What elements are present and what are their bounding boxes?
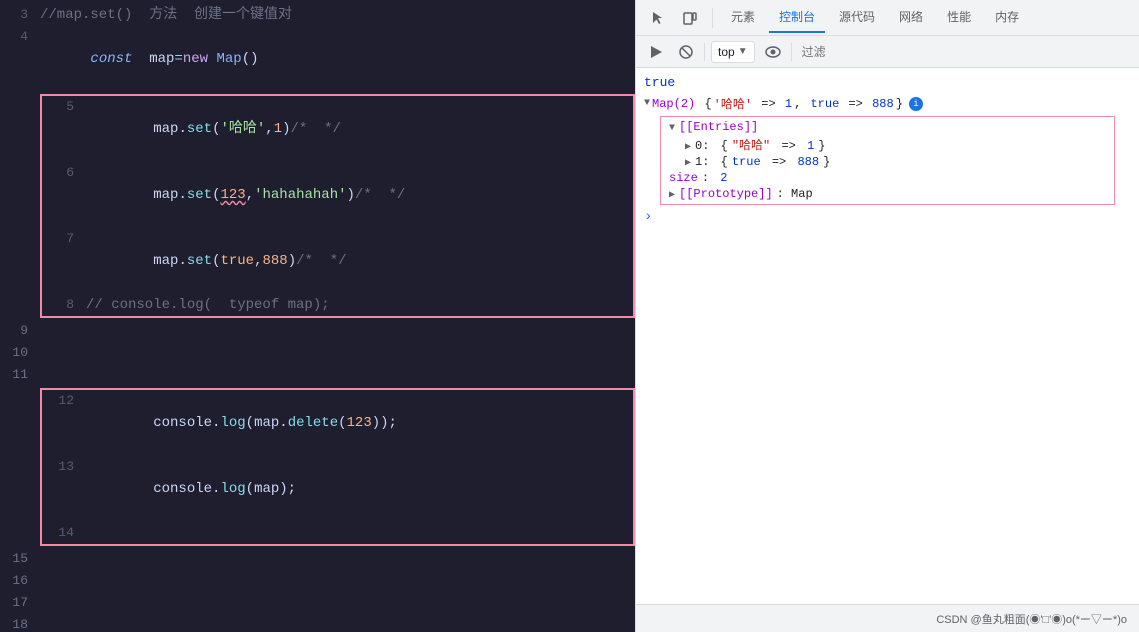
line-number: 7 [46,228,74,250]
tab-separator [712,8,713,28]
code-line-6: 6 map.set(123,'hahahahah')/* */ [42,162,633,228]
size-row: size : 2 [661,170,1114,186]
console-output: true ▼ Map(2) { '哈哈' => 1 , true => 888 … [636,68,1139,604]
tab-sources[interactable]: 源代码 [829,2,885,33]
code-line-12: 12 console.log(map.delete(123)); [42,390,633,456]
inspect-element-button[interactable] [644,4,672,32]
entry-1[interactable]: ▶ 1: { true => 888 } [661,154,1114,170]
code-text: console.log(map); [86,456,625,522]
code-text: map.set('哈哈',1)/* */ [86,96,625,162]
code-text: map.set(true,888)/* */ [86,228,625,294]
devtools-panel: 元素 控制台 源代码 网络 性能 内存 top ▼ [635,0,1139,632]
device-toolbar-button[interactable] [676,4,704,32]
toolbar-separator [704,43,705,61]
line-number: 6 [46,162,74,184]
clear-console-button[interactable] [674,40,698,64]
tab-performance[interactable]: 性能 [937,2,981,33]
console-input-area[interactable]: › [636,207,1139,227]
eye-button[interactable] [761,40,785,64]
entries-header[interactable]: ▼ [[Entries]] [661,119,1114,135]
tab-memory[interactable]: 内存 [985,2,1029,33]
caret-icon: › [644,209,652,225]
prototype-row[interactable]: ▶ [[Prototype]] : Map [661,186,1114,202]
line-number: 13 [46,456,74,478]
code-line-5: 5 map.set('哈哈',1)/* */ [42,96,633,162]
line-number: 3 [0,4,28,26]
line-number: 4 [0,26,28,48]
line-number: 5 [46,96,74,118]
code-line-11: 11 [0,364,635,386]
red-box-1: 5 map.set('哈哈',1)/* */ 6 map.set(123,'ha… [40,94,635,318]
console-output-true: true [636,72,1139,93]
code-line-8: 8 // console.log( typeof map); [42,294,633,316]
line-number: 8 [46,294,74,316]
code-line-9: 9 [0,320,635,342]
map-entries-box: ▼ [[Entries]] ▶ 0: { "哈哈" => 1 } ▶ 1: { … [660,116,1115,205]
code-line-18: 18 [0,614,635,632]
code-text: map.set(123,'hahahahah')/* */ [86,162,625,228]
devtools-tab-bar: 元素 控制台 源代码 网络 性能 内存 [636,0,1139,36]
code-text: // console.log( typeof map); [86,294,625,316]
tab-console[interactable]: 控制台 [769,2,825,33]
code-line-10: 10 [0,342,635,364]
line-number: 14 [46,522,74,544]
code-line-7: 7 map.set(true,888)/* */ [42,228,633,294]
dropdown-arrow: ▼ [738,46,748,57]
console-toolbar: top ▼ [636,36,1139,68]
code-line-13: 13 console.log(map); [42,456,633,522]
code-text: const map=new Map() [40,26,627,92]
code-line-15: 15 [0,548,635,570]
filter-input[interactable] [798,43,1131,61]
code-line-3: 3 //map.set() 方法 创建一个键值对 [0,4,635,26]
map-object-header[interactable]: ▼ Map(2) { '哈哈' => 1 , true => 888 } i [636,93,1139,114]
code-text: //map.set() 方法 创建一个键值对 [40,4,627,26]
red-box-2: 12 console.log(map.delete(123)); 13 cons… [40,388,635,546]
code-editor: 3 //map.set() 方法 创建一个键值对 4 const map=new… [0,0,635,632]
code-line-16: 16 [0,570,635,592]
top-label: top [718,45,735,59]
tab-network[interactable]: 网络 [889,2,933,33]
devtools-footer: CSDN @鱼丸粗面(◉'□'◉)o(*ー▽ー*)o [636,604,1139,632]
tab-elements[interactable]: 元素 [721,2,765,33]
context-selector[interactable]: top ▼ [711,41,755,63]
code-line-17: 17 [0,592,635,614]
line-number: 12 [46,390,74,412]
code-line-14: 14 [42,522,633,544]
code-line-4: 4 const map=new Map() [0,26,635,92]
footer-text: CSDN @鱼丸粗面(◉'□'◉)o(*ー▽ー*)o [936,611,1127,627]
run-button[interactable] [644,40,668,64]
entry-0[interactable]: ▶ 0: { "哈哈" => 1 } [661,135,1114,154]
toolbar-separator-2 [791,43,792,61]
info-icon: i [909,97,923,111]
code-text: console.log(map.delete(123)); [86,390,625,456]
